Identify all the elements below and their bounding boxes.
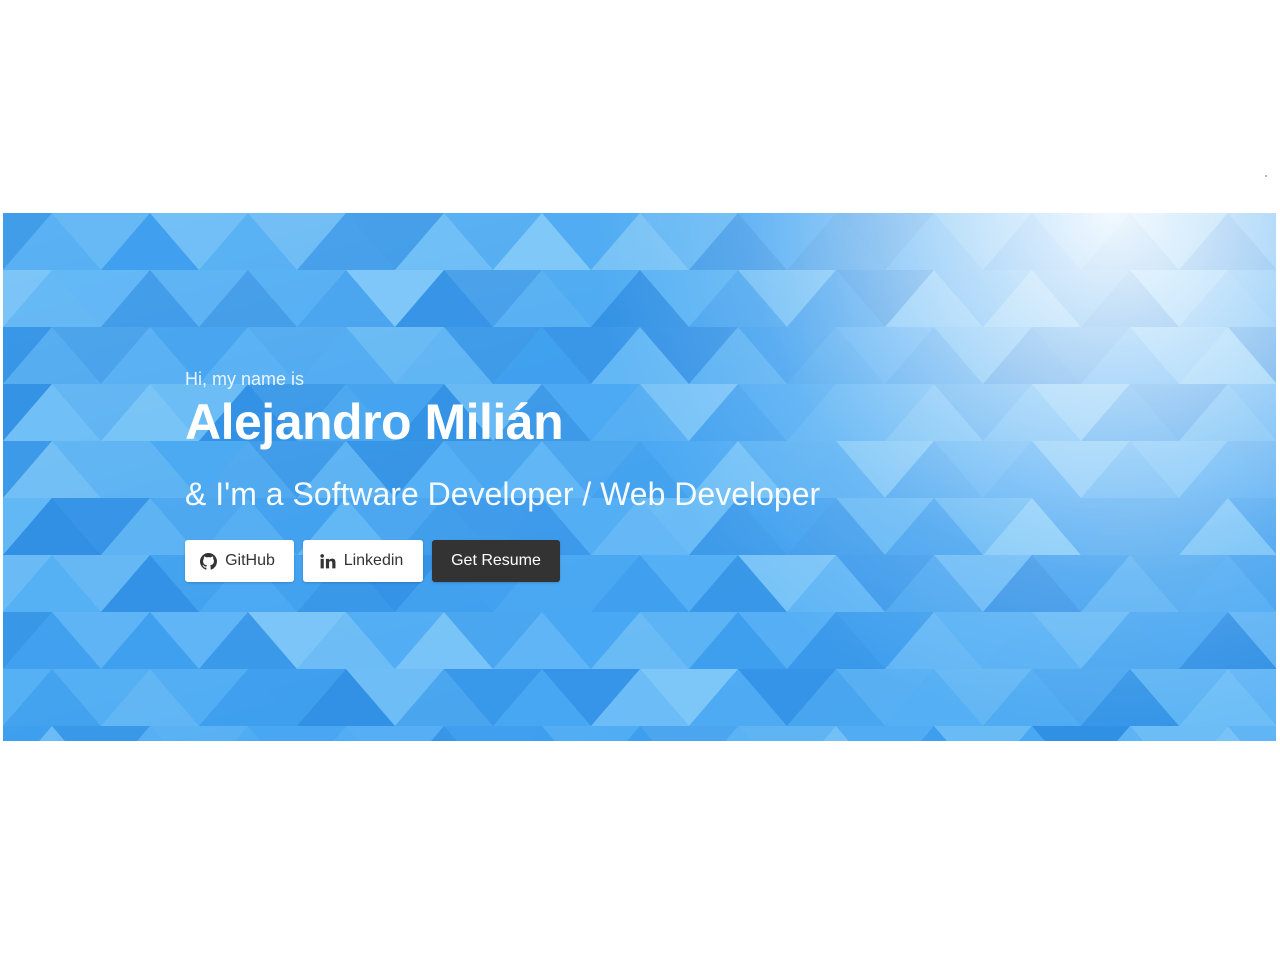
github-icon [200, 552, 218, 570]
get-resume-button-label: Get Resume [451, 552, 541, 569]
linkedin-icon [319, 553, 336, 570]
get-resume-button[interactable]: Get Resume [432, 540, 560, 582]
linkedin-button-label: Linkedin [343, 552, 404, 569]
greeting-text: Hi, my name is [185, 369, 305, 389]
corner-dot [1265, 175, 1267, 177]
linkedin-button[interactable]: Linkedin [303, 540, 423, 582]
button-group: GitHub Linkedin Get Resume [185, 540, 1085, 582]
github-button-label: GitHub [225, 552, 275, 569]
person-name: Alejandro Milián [185, 394, 564, 450]
page: Hi, my name is Alejandro Milián & I'm a … [0, 0, 1280, 960]
tagline: & I'm a Software Developer / Web Develop… [185, 476, 821, 512]
github-button[interactable]: GitHub [185, 540, 294, 582]
hero-content: Hi, my name is Alejandro Milián & I'm a … [185, 368, 1085, 582]
hero-banner: Hi, my name is Alejandro Milián & I'm a … [3, 213, 1276, 741]
